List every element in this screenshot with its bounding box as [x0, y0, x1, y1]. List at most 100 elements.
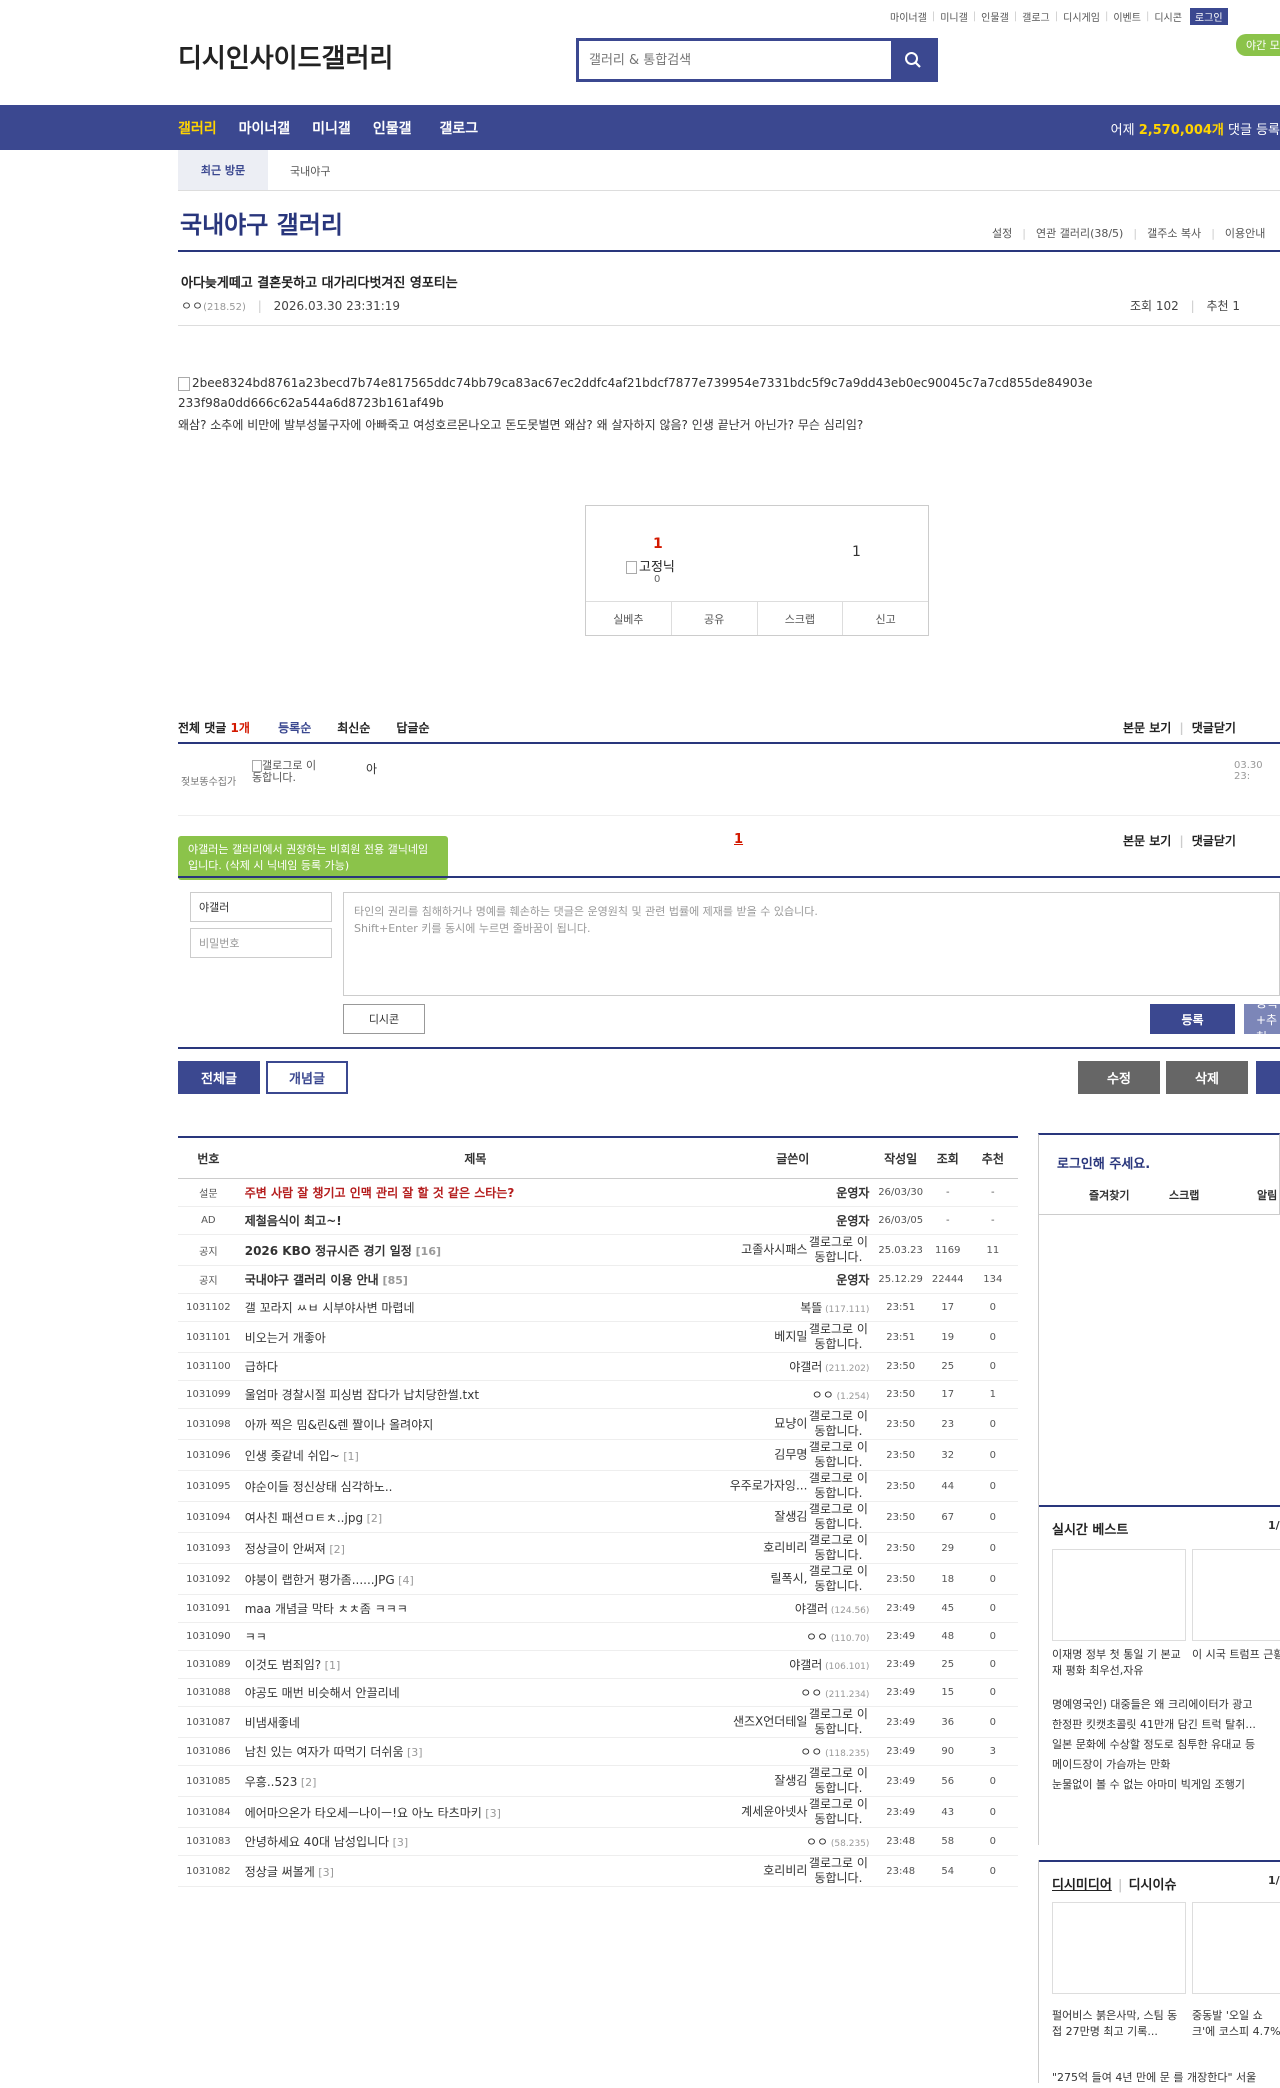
- write-button[interactable]: [1256, 1061, 1280, 1094]
- post-title-link[interactable]: 남친 있는 여자가 따먹기 더쉬움: [245, 1745, 404, 1759]
- gnb-item[interactable]: 인물갤: [373, 118, 412, 138]
- post-title-cell[interactable]: 울엄마 경찰시절 피싱범 잡다가 납치당한썰.txt: [238, 1380, 713, 1409]
- table-row[interactable]: 1031091 maa 개념글 막타 ㅊㅊ좀 ㅋㅋㅋ 야갤러 (124.56) 23:…: [178, 1594, 1018, 1623]
- post-title-link[interactable]: 아까 찍은 밈&린&렌 짤이나 올려야지: [245, 1418, 434, 1432]
- gallery-tool-link[interactable]: 연관 갤러리(38/5): [1036, 227, 1123, 240]
- util-link[interactable]: 이벤트: [1113, 9, 1141, 24]
- table-row[interactable]: 1031099 울엄마 경찰시절 피싱범 잡다가 납치당한썰.txt ㅇㅇ (1.2…: [178, 1380, 1018, 1409]
- submit-recommend-button[interactable]: 등록+추천: [1244, 1004, 1280, 1034]
- recommend-up-count[interactable]: 1: [653, 536, 663, 552]
- gallog-link[interactable]: 갤로그로 이동합니다.: [252, 760, 322, 784]
- post-title-cell[interactable]: 정상글 써볼게 [3]: [238, 1855, 713, 1887]
- best-list-item[interactable]: 일본 문화에 수상할 정도로 침투한 유대교 등: [1052, 1735, 1280, 1755]
- table-row[interactable]: 1031102 갤 꼬라지 ㅆㅂ 시부야사변 마렵네 복뜰 (117.111) 23:…: [178, 1293, 1018, 1322]
- name-field[interactable]: 야갤러: [190, 892, 332, 922]
- post-title-link[interactable]: maa 개념글 막타 ㅊㅊ좀 ㅋㅋㅋ: [245, 1602, 408, 1616]
- gnb-item[interactable]: 마이너갤: [239, 118, 291, 138]
- search-button[interactable]: [891, 41, 935, 79]
- recommend-down-count[interactable]: 1: [852, 544, 861, 560]
- post-writer[interactable]: 우주로가자잉...갤로그로 이동합니다.: [712, 1470, 874, 1502]
- reply-count[interactable]: [1]: [340, 1450, 359, 1463]
- login-link[interactable]: 스크랩: [1169, 1187, 1199, 1203]
- reply-count[interactable]: [16]: [412, 1245, 441, 1258]
- post-title-link[interactable]: 주변 사람 잘 챙기고 인맥 관리 잘 할 것 같은 스타는?: [245, 1186, 515, 1200]
- table-row[interactable]: 설문 주변 사람 잘 챙기고 인맥 관리 잘 할 것 같은 스타는? 운영자 26/0…: [178, 1178, 1018, 1207]
- writer-nick[interactable]: 야갤러: [795, 1602, 828, 1616]
- table-row[interactable]: 1031085 우흥..523 [2] 잘생김갤로그로 이동합니다. 23:49 56 0: [178, 1765, 1018, 1797]
- comment-sort[interactable]: 최신순: [337, 721, 370, 735]
- post-writer[interactable]: ㅇㅇ (110.70): [712, 1622, 874, 1651]
- gallog-link[interactable]: 갤로그로 이동합니다.: [807, 1533, 869, 1563]
- gallery-tool-link[interactable]: 설정: [992, 227, 1012, 240]
- table-row[interactable]: 1031100 급하다 야갤러 (211.202) 23:50 25 0: [178, 1352, 1018, 1381]
- all-posts-button[interactable]: 전체글: [178, 1061, 260, 1094]
- recommend-box-button[interactable]: 스크랩: [758, 602, 844, 635]
- recent-item[interactable]: 국내야구: [290, 163, 330, 179]
- post-writer[interactable]: 잘생김갤로그로 이동합니다.: [712, 1501, 874, 1533]
- login-button[interactable]: 로그인: [1189, 8, 1228, 25]
- writer-nick[interactable]: 잘생김: [774, 1774, 807, 1788]
- post-title-link[interactable]: 울엄마 경찰시절 피싱범 잡다가 납치당한썰.txt: [245, 1388, 479, 1402]
- writer-nick[interactable]: 야갤러: [789, 1658, 822, 1672]
- reply-count[interactable]: [1]: [321, 1659, 341, 1672]
- post-writer[interactable]: ㅇㅇ (58.235): [712, 1827, 874, 1856]
- post-writer[interactable]: 김무명갤로그로 이동합니다.: [712, 1439, 874, 1471]
- login-title[interactable]: 로그인해 주세요.: [1057, 1153, 1150, 1172]
- recommend-box-button[interactable]: 공유: [672, 602, 758, 635]
- writer-nick[interactable]: 호리비리: [763, 1864, 807, 1878]
- post-writer[interactable]: ㅇㅇ: [181, 299, 203, 313]
- post-writer[interactable]: 운영자: [712, 1206, 874, 1235]
- writer-nick[interactable]: ㅇㅇ: [800, 1745, 822, 1759]
- gnb-item[interactable]: 갤러리: [178, 118, 217, 138]
- post-title-cell[interactable]: 주변 사람 잘 챙기고 인맥 관리 잘 할 것 같은 스타는?: [238, 1178, 713, 1207]
- post-title-cell[interactable]: 이것도 범죄임? [1]: [238, 1650, 713, 1679]
- writer-nick[interactable]: 호리비리: [763, 1541, 807, 1555]
- table-row[interactable]: 1031093 정상글이 안써져 [2] 호리비리갤로그로 이동합니다. 23:50 2…: [178, 1532, 1018, 1564]
- gallog-link[interactable]: 갤로그로 이동합니다.: [807, 1322, 869, 1352]
- post-title-link[interactable]: 급하다: [245, 1360, 278, 1374]
- post-title-link[interactable]: 에어마으온가 타오세ㅡ나이ㅡ!요 아노 타츠마키: [245, 1806, 482, 1820]
- gallog-link[interactable]: 갤로그로 이동합니다.: [807, 1502, 869, 1532]
- gallery-tool-link[interactable]: 이용안내: [1225, 227, 1265, 240]
- table-row[interactable]: 1031083 안녕하세요 40대 남성입니다 [3] ㅇㅇ (58.235) 23:…: [178, 1827, 1018, 1856]
- post-title-cell[interactable]: 야순이들 정신상태 심각하노..: [238, 1470, 713, 1502]
- util-link[interactable]: 디시콘: [1154, 9, 1182, 24]
- util-link[interactable]: 갤로그: [1022, 9, 1050, 24]
- post-title-cell[interactable]: 비오는거 개좋아: [238, 1321, 713, 1353]
- util-link[interactable]: 미니갤: [940, 9, 968, 24]
- best-thumbnail[interactable]: [1052, 1549, 1186, 1641]
- realtime-best-title[interactable]: 실시간 베스트: [1052, 1519, 1128, 1538]
- table-row[interactable]: 1031094 여사친 패션ㅁㅌㅊ..jpg [2] 잘생김갤로그로 이동합니다. 2…: [178, 1501, 1018, 1533]
- media-caption[interactable]: 중동발 '오일 쇼크'에 코스피 4.7%: [1192, 2008, 1280, 2040]
- best-thumbnail[interactable]: [1192, 1549, 1280, 1641]
- table-row[interactable]: AD 제철음식이 최고~! 운영자 26/03/05- -: [178, 1206, 1018, 1235]
- gallog-link[interactable]: 갤로그로 이동합니다.: [807, 1707, 869, 1737]
- writer-nick[interactable]: ㅇㅇ: [812, 1388, 834, 1402]
- post-title-link[interactable]: 갤 꼬라지 ㅆㅂ 시부야사변 마렵네: [245, 1301, 415, 1315]
- comment-sort[interactable]: 등록순: [278, 721, 311, 735]
- post-title-link[interactable]: 인생 좆같네 쉬입~: [245, 1449, 340, 1463]
- post-title-link[interactable]: ㅋㅋ: [245, 1630, 267, 1644]
- reply-count[interactable]: [3]: [389, 1836, 409, 1849]
- login-link[interactable]: 알림: [1257, 1187, 1277, 1203]
- table-row[interactable]: 1031090 ㅋㅋ ㅇㅇ (110.70) 23:49 48 0: [178, 1622, 1018, 1651]
- post-writer[interactable]: 묘냥이갤로그로 이동합니다.: [712, 1408, 874, 1440]
- reply-count[interactable]: [2]: [297, 1776, 317, 1789]
- post-writer[interactable]: ㅇㅇ (211.234): [712, 1678, 874, 1707]
- post-title-cell[interactable]: 제철음식이 최고~!: [238, 1206, 713, 1235]
- writer-nick[interactable]: 샌즈X언더테일: [733, 1715, 807, 1729]
- recommend-box-button[interactable]: 실베추: [586, 602, 672, 635]
- gallog-link[interactable]: 갤로그로 이동합니다.: [807, 1797, 869, 1827]
- comment-link[interactable]: 본문 보기: [1123, 834, 1171, 848]
- post-title-cell[interactable]: 국내야구 갤러리 이용 안내 [85]: [238, 1265, 713, 1294]
- gallog-link[interactable]: 갤로그로 이동합니다.: [807, 1564, 869, 1594]
- table-row[interactable]: 1031092 야붕이 랩한거 평가좀......JPG [4] 릴폭시,갤로그로 …: [178, 1563, 1018, 1595]
- gallog-link[interactable]: 갤로그로 이동합니다.: [807, 1235, 869, 1265]
- table-row[interactable]: 1031088 야공도 매번 비슷해서 안끌리네 ㅇㅇ (211.234) 23:49…: [178, 1678, 1018, 1707]
- best-list-item[interactable]: 명예영국인) 대중들은 왜 크리에이터가 광고: [1052, 1695, 1280, 1715]
- gallog-link[interactable]: 갤로그로 이동합니다.: [807, 1409, 869, 1439]
- post-writer[interactable]: 계세윤아넷사갤로그로 이동합니다.: [712, 1796, 874, 1828]
- submit-button[interactable]: 등록: [1150, 1004, 1235, 1034]
- media-caption[interactable]: 펄어비스 붉은사막, 스팀 동접 27만명 최고 기록...: [1052, 2008, 1182, 2040]
- comment-page[interactable]: 1: [734, 832, 743, 847]
